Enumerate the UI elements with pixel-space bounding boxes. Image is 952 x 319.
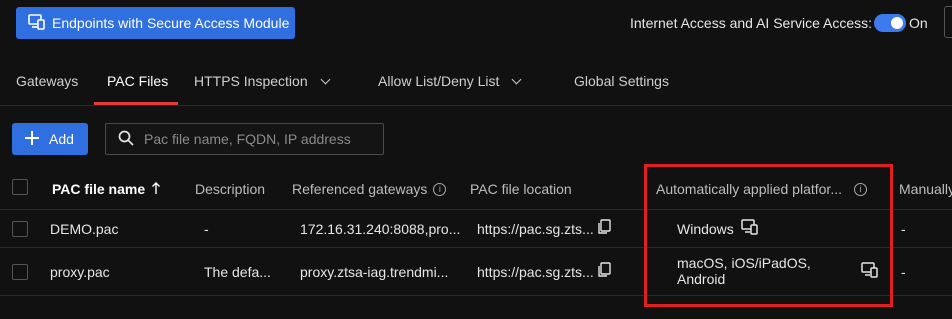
tab-pac-files-label: PAC Files	[107, 73, 169, 89]
cell-name[interactable]: DEMO.pac	[50, 221, 118, 237]
internet-access-label: Internet Access and AI Service Access:	[630, 15, 873, 31]
tab-global-settings-label: Global Settings	[574, 73, 669, 89]
column-header-location[interactable]: PAC file location	[470, 181, 572, 197]
column-name-label: PAC file name	[52, 181, 146, 197]
column-description-label: Description	[195, 181, 266, 197]
cell-name[interactable]: proxy.pac	[50, 264, 110, 280]
tab-pac-files[interactable]: PAC Files	[107, 73, 168, 89]
column-header-name[interactable]: PAC file name	[52, 181, 161, 197]
copy-icon[interactable]	[597, 262, 611, 281]
truncated-button[interactable]	[944, 6, 952, 38]
chevron-down-icon	[511, 74, 522, 84]
tab-bar: Gateways PAC Files HTTPS Inspection Allo…	[0, 58, 952, 106]
add-button[interactable]: Add	[12, 123, 88, 155]
column-location-label: PAC file location	[470, 181, 572, 197]
tab-https-inspection-label: HTTPS Inspection	[194, 73, 308, 89]
row-checkbox[interactable]	[12, 221, 28, 237]
column-gateways-label: Referenced gateways	[292, 181, 428, 197]
cell-location: https://pac.sg.zts...	[477, 264, 594, 280]
tab-allow-deny-list-label: Allow List/Deny List	[378, 73, 500, 89]
column-header-gateways[interactable]: Referenced gateways i	[292, 181, 447, 197]
internet-access-toggle[interactable]	[874, 14, 906, 32]
toggle-state-label: On	[909, 15, 928, 31]
cell-gateways: proxy.ztsa-iag.trendmi...	[300, 264, 449, 280]
search-input[interactable]	[144, 131, 374, 147]
column-header-description[interactable]: Description	[195, 181, 265, 197]
add-button-label: Add	[49, 131, 74, 147]
devices-icon	[28, 13, 46, 33]
cell-manual: -	[901, 264, 906, 280]
search-box	[105, 123, 384, 155]
cell-gateways: 172.16.31.240:8088,pro...	[300, 221, 461, 237]
search-icon	[118, 130, 134, 149]
cell-location: https://pac.sg.zts...	[477, 221, 594, 237]
copy-icon[interactable]	[597, 219, 611, 238]
endpoints-secure-access-button[interactable]: Endpoints with Secure Access Module	[16, 7, 295, 39]
column-manual-label: Manually	[899, 181, 952, 197]
sort-ascending-icon	[151, 181, 161, 197]
row-checkbox[interactable]	[12, 264, 28, 280]
tab-allow-deny-list[interactable]: Allow List/Deny List	[378, 73, 522, 89]
toggle-knob	[891, 17, 903, 29]
cell-manual: -	[901, 221, 906, 237]
column-header-manual[interactable]: Manually	[899, 181, 952, 197]
highlight-box	[644, 164, 893, 307]
active-tab-indicator	[94, 102, 178, 105]
top-bar: Endpoints with Secure Access Module Inte…	[0, 0, 952, 48]
cell-description: The defa...	[204, 264, 271, 280]
tab-global-settings[interactable]: Global Settings	[574, 73, 669, 89]
cell-description: -	[204, 221, 209, 237]
info-icon[interactable]: i	[433, 182, 447, 196]
tab-gateways-label: Gateways	[16, 73, 79, 89]
tab-https-inspection[interactable]: HTTPS Inspection	[194, 73, 331, 89]
tab-gateways[interactable]: Gateways	[16, 73, 78, 89]
endpoints-button-label: Endpoints with Secure Access Module	[52, 15, 290, 31]
select-all-checkbox[interactable]	[12, 179, 28, 195]
chevron-down-icon	[320, 74, 331, 84]
plus-icon	[25, 130, 39, 148]
